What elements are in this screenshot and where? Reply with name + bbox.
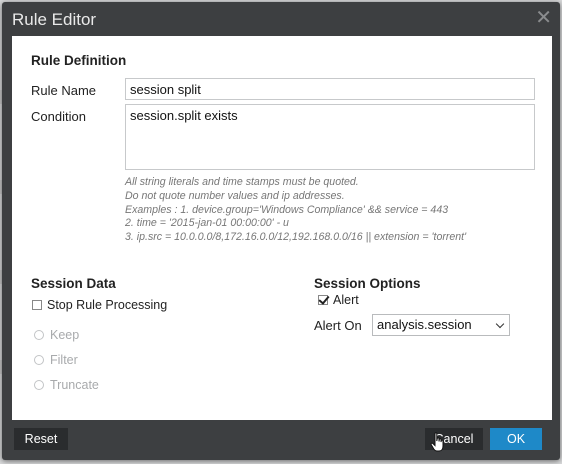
hint-line: All string literals and time stamps must… — [125, 176, 359, 188]
dialog-body: Rule Definition Rule Name session split … — [12, 36, 552, 420]
reset-button[interactable]: Reset — [14, 428, 68, 450]
truncate-radio[interactable] — [34, 380, 44, 390]
hint-line: 3. ip.src = 10.0.0.0/8,172.16.0.0/12,192… — [125, 231, 467, 244]
alert-on-label: Alert On — [314, 318, 362, 333]
chevron-down-icon — [495, 319, 505, 329]
hint-line: 2. time = '2015-jan-01 00:00:00' - u — [125, 217, 289, 230]
keep-radio-label: Keep — [50, 328, 80, 342]
filter-radio-label: Filter — [50, 353, 78, 367]
ok-button[interactable]: OK — [490, 428, 542, 450]
truncate-radio-label: Truncate — [50, 378, 99, 392]
rule-name-input[interactable]: session split — [125, 78, 535, 100]
dialog-footer: Reset Cancel OK — [2, 420, 560, 460]
session-data-heading: Session Data — [31, 276, 116, 291]
dialog-titlebar: Rule Editor ✕ — [2, 2, 560, 36]
condition-hints: All string literals and time stamps must… — [125, 176, 466, 245]
alert-label: Alert — [333, 293, 359, 307]
hint-line: Do not quote number values and ip addres… — [125, 189, 345, 202]
rule-definition-heading: Rule Definition — [31, 53, 127, 68]
rule-name-label: Rule Name — [31, 83, 97, 98]
stop-rule-label: Stop Rule Processing — [47, 298, 168, 312]
hint-line: Examples : 1. device.group='Windows Comp… — [125, 203, 449, 216]
condition-textarea[interactable]: session.split exists — [125, 104, 535, 170]
alert-on-value: analysis.session — [377, 317, 472, 332]
dialog-title: Rule Editor — [12, 10, 97, 29]
close-icon[interactable]: ✕ — [535, 6, 552, 30]
filter-radio[interactable] — [34, 355, 44, 365]
alert-on-select[interactable]: analysis.session — [372, 314, 510, 336]
keep-radio[interactable] — [34, 330, 44, 340]
condition-label: Condition — [31, 109, 86, 124]
alert-checkbox[interactable] — [318, 295, 328, 305]
session-options-heading: Session Options — [314, 276, 421, 291]
hand-pointer-icon — [430, 432, 444, 452]
stop-rule-checkbox[interactable] — [32, 300, 42, 310]
rule-editor-dialog: Rule Editor ✕ Rule Definition Rule Name … — [2, 2, 560, 460]
